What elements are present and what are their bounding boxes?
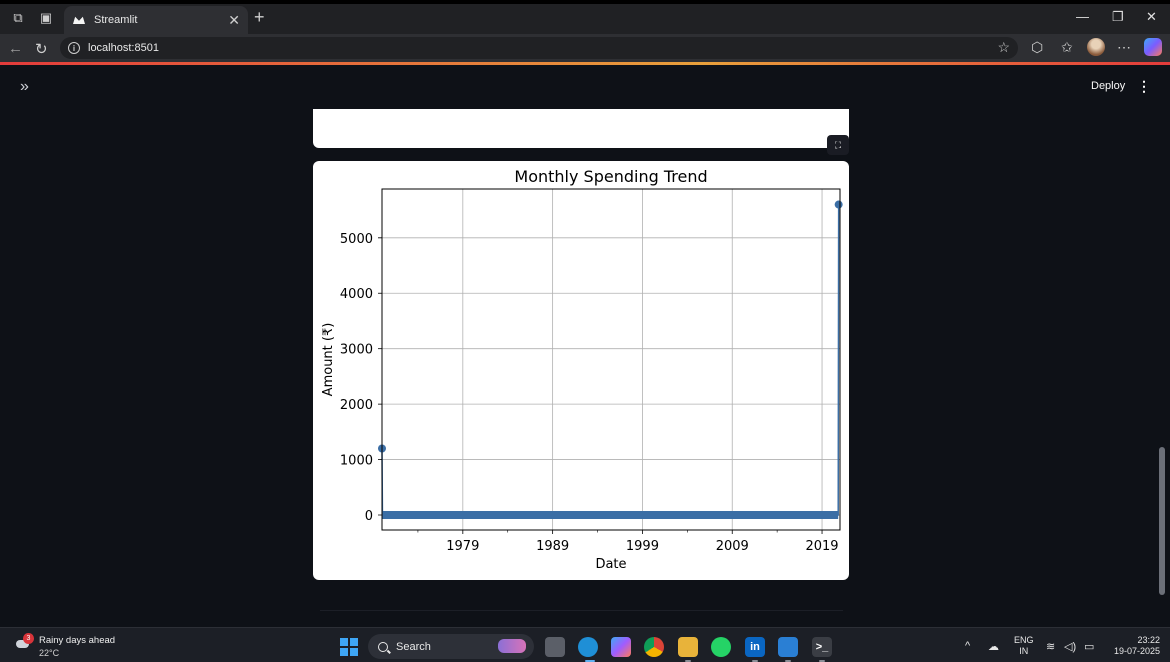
volume-icon[interactable]: ◁) — [1064, 640, 1076, 653]
page-scrollbar[interactable] — [1159, 447, 1165, 595]
wifi-icon[interactable]: ≋ — [1046, 640, 1055, 653]
clock-date: 19-07-2025 — [1113, 646, 1160, 656]
windows-start-icon[interactable] — [340, 638, 358, 656]
copilot-icon[interactable] — [1144, 38, 1162, 56]
page-divider — [320, 610, 843, 611]
chart-title: Monthly Spending Trend — [514, 167, 707, 186]
region-code: IN — [1019, 646, 1029, 656]
battery-icon[interactable]: ▭ — [1084, 640, 1094, 653]
clock-time: 23:22 — [1137, 635, 1160, 645]
y-tick-label: 1000 — [340, 454, 373, 469]
language-indicator[interactable]: ENG IN — [1014, 635, 1034, 657]
new-tab-button[interactable]: + — [254, 7, 265, 28]
search-label: Search — [396, 640, 431, 653]
y-tick-label: 4000 — [340, 287, 373, 302]
whatsapp-icon[interactable] — [711, 637, 731, 657]
workspaces-icon[interactable]: ⧉ — [10, 10, 26, 26]
edge-icon[interactable] — [578, 637, 598, 657]
task-view-icon[interactable] — [545, 637, 565, 657]
x-tick-label: 1979 — [446, 539, 479, 554]
language-code: ENG — [1014, 635, 1034, 645]
streamlit-app: » Deploy ⋮ ⛶ 1979 1989 1999 2009 2019 0 1000 20… — [0, 65, 1170, 627]
url-field[interactable]: i localhost:8501 ☆ — [60, 37, 1018, 59]
file-explorer-icon[interactable] — [678, 637, 698, 657]
fullscreen-icon[interactable]: ⛶ — [827, 135, 849, 155]
taskbar: 3 Rainy days ahead 22°C Search in >_ ^ ☁… — [0, 627, 1170, 662]
back-icon[interactable]: ← — [8, 40, 23, 57]
expand-sidebar-icon[interactable]: » — [20, 78, 29, 96]
streamlit-favicon-icon — [72, 15, 86, 25]
x-tick-label: 1999 — [626, 539, 659, 554]
weather-badge: 3 — [23, 633, 34, 644]
y-tick-label: 2000 — [340, 398, 373, 413]
restore-icon[interactable]: ❐ — [1112, 9, 1124, 25]
chrome-icon[interactable] — [644, 637, 664, 657]
url-text: localhost:8501 — [88, 42, 159, 54]
x-tick-label: 2009 — [716, 539, 749, 554]
weather-temp: 22°C — [39, 648, 60, 658]
minimize-icon[interactable]: — — [1076, 9, 1089, 24]
info-icon[interactable]: i — [68, 42, 80, 54]
browser-tab[interactable]: Streamlit ✕ — [64, 6, 248, 34]
more-icon[interactable]: ⋯ — [1117, 39, 1131, 56]
favorite-star-icon[interactable]: ☆ — [997, 39, 1010, 56]
data-point — [834, 200, 843, 209]
clock[interactable]: 23:22 19-07-2025 — [1104, 635, 1160, 657]
deploy-button[interactable]: Deploy — [1091, 80, 1125, 92]
address-toolbar: ← ↻ i localhost:8501 ☆ — [0, 34, 1170, 62]
y-tick-label: 0 — [365, 509, 373, 524]
search-highlight-icon — [498, 639, 526, 653]
y-tick-label: 3000 — [340, 343, 373, 358]
show-hidden-icons-icon[interactable]: ^ — [965, 640, 970, 652]
search-icon — [378, 641, 388, 652]
browser-tab-strip: ⧉ ▣ Streamlit ✕ + — ❐ ✕ — [0, 0, 1170, 34]
plot-frame — [381, 188, 841, 531]
x-tick-label: 1989 — [536, 539, 569, 554]
linkedin-icon[interactable]: in — [745, 637, 765, 657]
weather-title[interactable]: Rainy days ahead — [39, 635, 115, 646]
reload-icon[interactable]: ↻ — [35, 40, 48, 58]
chart-card: 1979 1989 1999 2009 2019 0 1000 2000 3000 4000 500… — [313, 161, 849, 580]
extensions-icon[interactable]: ⬡ — [1031, 39, 1043, 56]
taskbar-search[interactable]: Search — [368, 634, 534, 659]
onedrive-icon[interactable]: ☁ — [988, 640, 999, 653]
previous-element-card — [313, 109, 849, 148]
copilot-app-icon[interactable] — [611, 637, 631, 657]
terminal-icon[interactable]: >_ — [812, 637, 832, 657]
vscode-icon[interactable] — [778, 637, 798, 657]
y-axis-label: Amount (₹) — [321, 323, 336, 397]
main-menu-icon[interactable]: ⋮ — [1137, 78, 1151, 95]
favorites-icon[interactable]: ✩ — [1061, 39, 1073, 56]
tab-title: Streamlit — [94, 14, 138, 26]
spending-line-chart: 1979 1989 1999 2009 2019 0 1000 2000 3000 4000 500… — [321, 167, 843, 572]
close-window-icon[interactable]: ✕ — [1146, 9, 1157, 25]
series-line — [381, 204, 840, 516]
close-tab-icon[interactable]: ✕ — [228, 12, 240, 29]
profile-avatar[interactable] — [1087, 38, 1105, 56]
x-tick-label: 2019 — [805, 539, 838, 554]
tab-actions-icon[interactable]: ▣ — [38, 10, 54, 26]
y-tick-label: 5000 — [340, 232, 373, 247]
x-axis-label: Date — [595, 557, 626, 572]
